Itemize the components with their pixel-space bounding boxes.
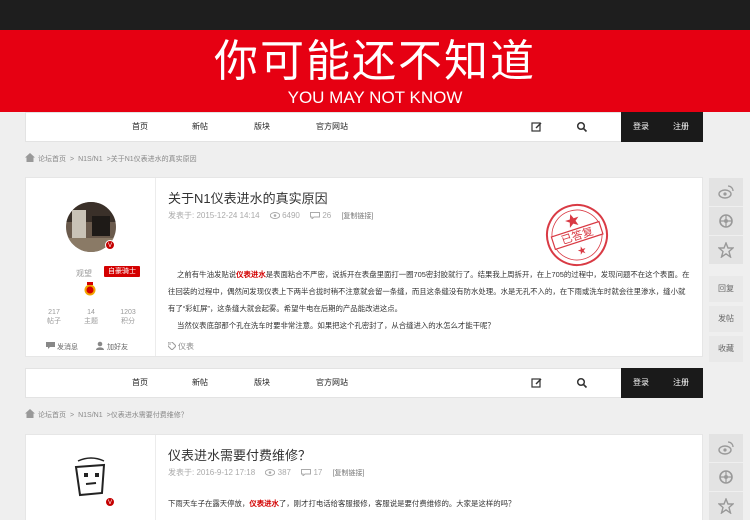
view-count: 6490 <box>282 211 300 220</box>
post-body: 之前有牛油发贴说仪表进水是表面粘合不严密，说拆开在表盘里面打一圈705密封胶就行… <box>168 266 692 334</box>
answered-stamp: 已答复 <box>546 204 608 266</box>
avatar[interactable] <box>66 451 116 501</box>
share-moments-button[interactable] <box>709 207 743 235</box>
post-tag[interactable]: 仪表 <box>167 341 194 352</box>
post-body: 下雨天车子在露天停放，仪表进水了，刚才打电话给客服报修，客服说是要付费维修的。大… <box>168 495 692 512</box>
breadcrumb-separator: > <box>70 156 75 163</box>
stamp-text: 已答复 <box>559 224 595 248</box>
post-paragraph: 之前有牛油发贴说仪表进水是表面粘合不严密，说拆开在表盘里面打一圈705密封胶就行… <box>168 270 690 313</box>
stat-topics[interactable]: 14 主题 <box>73 308 109 326</box>
favorite-star-button[interactable] <box>709 236 743 264</box>
forum-nav: 首页 新帖 版块 官方网站 登录 注册 <box>25 112 703 142</box>
copy-link-button[interactable]: [复制链接] <box>341 213 373 220</box>
breadcrumb-board[interactable]: N1S/N1 <box>78 156 103 163</box>
breadcrumb-home[interactable]: 论坛首页 <box>38 412 66 419</box>
breadcrumb-board[interactable]: N1S/N1 <box>78 412 103 419</box>
message-icon <box>46 341 55 350</box>
star-icon <box>718 242 734 258</box>
new-post-button[interactable]: 发帖 <box>709 306 743 332</box>
avatar-image <box>66 451 116 501</box>
wechat-moments-icon <box>719 214 733 228</box>
author-panel: V <box>26 435 156 520</box>
edit-icon[interactable] <box>531 121 543 133</box>
post-date: 发表于: 2016-9-12 17:18 <box>168 468 256 477</box>
breadcrumb-home[interactable]: 论坛首页 <box>38 156 66 163</box>
add-friend-icon <box>96 341 105 350</box>
nav-home[interactable]: 首页 <box>132 369 148 397</box>
favorite-star-button[interactable] <box>709 492 743 520</box>
star-icon <box>718 498 734 514</box>
post-meta: 发表于: 2015-12-24 14:14 6490 26 [复制链接] <box>168 210 381 221</box>
views-icon <box>265 469 276 476</box>
register-button[interactable]: 注册 <box>673 368 689 398</box>
view-count: 387 <box>277 468 291 477</box>
share-weibo-button[interactable] <box>709 178 743 206</box>
post-title[interactable]: 关于N1仪表进水的真实原因 <box>168 188 328 207</box>
weibo-icon <box>718 441 734 455</box>
author-level-badge: 自豪骑士 <box>104 266 140 277</box>
highlight-keyword[interactable]: 仪表进水 <box>249 499 279 508</box>
edit-icon[interactable] <box>531 377 543 389</box>
register-button[interactable]: 注册 <box>673 112 689 142</box>
nav-home[interactable]: 首页 <box>132 113 148 141</box>
reply-button[interactable]: 回复 <box>709 276 743 302</box>
replies-icon <box>310 212 321 219</box>
verified-badge: V <box>105 240 115 250</box>
search-icon[interactable] <box>576 121 588 133</box>
post-meta: 发表于: 2016-9-12 17:18 387 17 [复制链接] <box>168 467 373 478</box>
nav-boards[interactable]: 版块 <box>254 113 270 141</box>
weibo-icon <box>718 185 734 199</box>
tag-icon <box>167 341 177 351</box>
nav-new-posts[interactable]: 新帖 <box>192 113 208 141</box>
post-paragraph: 下雨天车子在露天停放，仪表进水了，刚才打电话给客服报修，客服说是要付费维修的。大… <box>168 499 516 508</box>
medal-icon <box>84 282 96 296</box>
nav-boards[interactable]: 版块 <box>254 369 270 397</box>
collect-button[interactable]: 收藏 <box>709 336 743 362</box>
author-name[interactable]: 观望 <box>76 268 92 279</box>
home-icon <box>25 153 35 162</box>
breadcrumb: 论坛首页 > N1S/N1 >仪表进水需要付费维修？ <box>25 409 192 421</box>
wechat-moments-icon <box>719 470 733 484</box>
add-friend-button[interactable]: 加好友 <box>96 341 128 353</box>
banner-title: 你可能还不知道 <box>214 37 536 86</box>
auth-box: 登录 注册 <box>621 368 703 398</box>
nav-new-posts[interactable]: 新帖 <box>192 369 208 397</box>
highlight-keyword[interactable]: 仪表进水 <box>236 270 266 279</box>
breadcrumb: 论坛首页 > N1S/N1 >关于N1仪表进水的真实原因 <box>25 153 201 165</box>
breadcrumb-current[interactable]: >仪表进水需要付费维修？ <box>107 412 188 419</box>
breadcrumb-separator: > <box>70 412 75 419</box>
reply-count: 26 <box>322 211 332 220</box>
breadcrumb-current[interactable]: >关于N1仪表进水的真实原因 <box>107 156 197 163</box>
reply-count: 17 <box>313 468 323 477</box>
post-title[interactable]: 仪表进水需要付费维修？ <box>168 445 311 464</box>
login-button[interactable]: 登录 <box>633 368 649 398</box>
copy-link-button[interactable]: [复制链接] <box>333 470 365 477</box>
login-button[interactable]: 登录 <box>633 112 649 142</box>
share-weibo-button[interactable] <box>709 434 743 462</box>
home-icon <box>25 409 35 418</box>
forum-nav: 首页 新帖 版块 官方网站 登录 注册 <box>25 368 703 398</box>
post-card: V 观望 自豪骑士 217 帖子 14 主题 1203 积分 发消息 加好友 关于N1… <box>25 177 703 357</box>
banner-subtitle: YOU MAY NOT KNOW <box>287 88 463 107</box>
nav-official-site[interactable]: 官方网站 <box>316 369 348 397</box>
post-paragraph: 当然仪表底部那个孔在洗车时要非常注意。如果把这个孔密封了，从合缝进入的水怎么才能… <box>177 321 495 330</box>
promo-banner: 你可能还不知道 YOU MAY NOT KNOW <box>0 30 750 112</box>
author-panel: V 观望 自豪骑士 217 帖子 14 主题 1203 积分 发消息 加好友 <box>26 178 156 356</box>
stat-points[interactable]: 1203 积分 <box>110 308 146 326</box>
replies-icon <box>301 469 312 476</box>
views-icon <box>269 212 280 219</box>
post-date: 发表于: 2015-12-24 14:14 <box>168 211 260 220</box>
search-icon[interactable] <box>576 377 588 389</box>
send-message-button[interactable]: 发消息 <box>46 341 78 353</box>
auth-box: 登录 注册 <box>621 112 703 142</box>
verified-badge: V <box>105 497 115 507</box>
nav-official-site[interactable]: 官方网站 <box>316 113 348 141</box>
post-card: V 仪表进水需要付费维修？ 发表于: 2016-9-12 17:18 387 1… <box>25 434 703 520</box>
share-moments-button[interactable] <box>709 463 743 491</box>
top-bar <box>0 0 750 30</box>
stat-posts[interactable]: 217 帖子 <box>36 308 72 326</box>
